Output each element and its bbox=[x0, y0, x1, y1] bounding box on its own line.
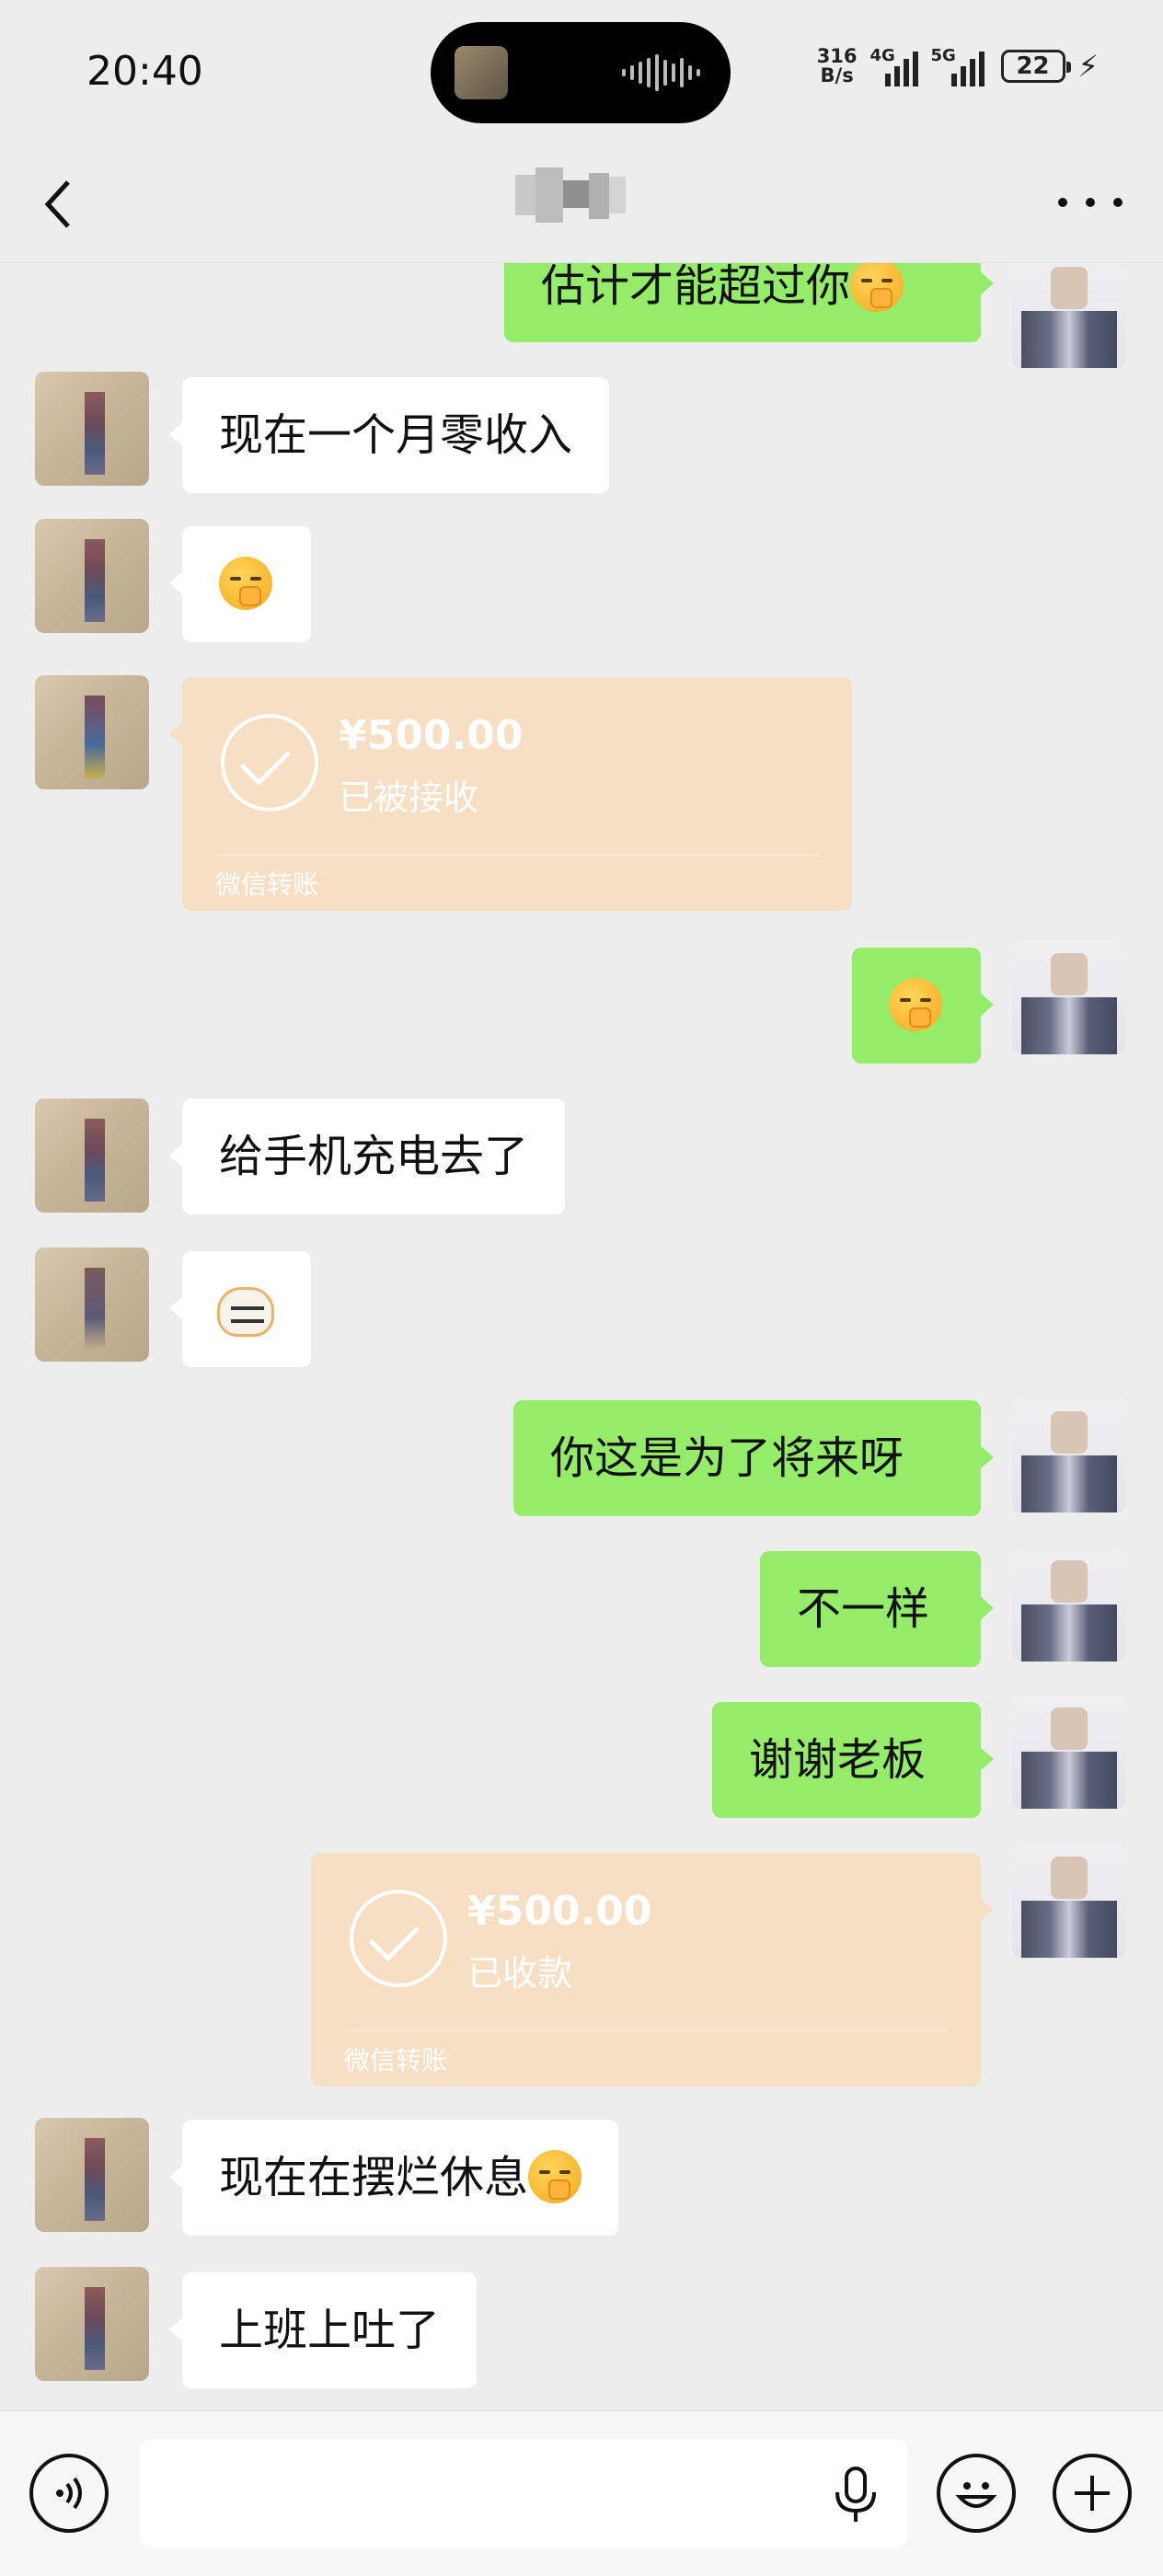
charging-icon: ⚡ bbox=[1077, 49, 1099, 84]
signal-5g-label: 5G bbox=[930, 46, 956, 65]
avatar-self[interactable] bbox=[1012, 1547, 1126, 1662]
battery-icon: 22 bbox=[1000, 50, 1071, 83]
avatar-contact[interactable] bbox=[35, 519, 149, 633]
message-text: 谢谢老板 bbox=[749, 1734, 927, 1786]
message-bubble-sent[interactable]: 谢谢老板 bbox=[712, 1702, 994, 1818]
media-thumbnail bbox=[455, 46, 508, 99]
input-bar bbox=[0, 2410, 1163, 2576]
avatar-contact[interactable] bbox=[35, 1248, 149, 1362]
message-input[interactable] bbox=[140, 2439, 907, 2547]
shush-emoji-icon bbox=[889, 978, 942, 1031]
transfer-status: 已收款 bbox=[467, 1953, 573, 1994]
status-indicators: 316 B/s 4G 5G 22 ⚡ bbox=[817, 46, 1099, 86]
transfer-card[interactable]: ¥500.00 已收款 微信转账 bbox=[311, 1853, 994, 2087]
message-text: 估计才能超过你 bbox=[541, 263, 851, 312]
message-bubble-sent[interactable]: 不一样 bbox=[760, 1551, 994, 1667]
net-speed: 316 B/s bbox=[817, 47, 858, 86]
message-list[interactable]: 估计才能超过你 现在一个月零收入 ¥500.00 已被接收 微信转账 给手机充电… bbox=[0, 263, 1163, 2410]
avatar-contact[interactable] bbox=[35, 2267, 149, 2381]
battery-level: 22 bbox=[1016, 52, 1050, 80]
avatar-self[interactable] bbox=[1012, 1844, 1126, 1958]
message-bubble-received[interactable]: 上班上吐了 bbox=[168, 2272, 478, 2388]
emoji-icon[interactable] bbox=[937, 2454, 1016, 2533]
chat-header bbox=[0, 147, 1163, 263]
chevron-left-icon[interactable] bbox=[40, 167, 114, 241]
transfer-source: 微信转账 bbox=[215, 869, 319, 900]
plus-icon[interactable] bbox=[1053, 2454, 1132, 2533]
avatar-self[interactable] bbox=[1012, 1398, 1126, 1512]
dynamic-island[interactable] bbox=[431, 22, 731, 123]
message-bubble-received[interactable]: 给手机充电去了 bbox=[168, 1098, 566, 1214]
signal-4g-icon: 4G bbox=[870, 46, 918, 86]
status-time: 20:40 bbox=[86, 48, 203, 95]
divider bbox=[215, 854, 819, 856]
signal-5g-icon: 5G bbox=[931, 46, 988, 86]
message-bubble-received[interactable]: 现在在摆烂休息 bbox=[168, 2120, 619, 2236]
net-speed-unit: B/s bbox=[820, 64, 854, 86]
avatar-self[interactable] bbox=[1012, 1695, 1126, 1809]
status-bar: 20:40 316 B/s 4G 5G 22 ⚡ bbox=[0, 0, 1163, 147]
transfer-status: 已被接收 bbox=[339, 777, 479, 818]
shush-emoji-icon bbox=[528, 2150, 582, 2203]
message-text: 现在在摆烂休息 bbox=[219, 2152, 529, 2203]
message-bubble-received[interactable] bbox=[169, 1251, 311, 1367]
message-text: 你这是为了将来呀 bbox=[550, 1432, 904, 1484]
avatar-contact[interactable] bbox=[35, 675, 149, 789]
signal-4g-label: 4G bbox=[869, 46, 895, 65]
net-speed-value: 316 bbox=[816, 45, 858, 67]
contact-name-pixelated bbox=[515, 167, 626, 223]
avatar-self[interactable] bbox=[1012, 263, 1126, 368]
divider bbox=[344, 2030, 948, 2031]
message-text: 不一样 bbox=[797, 1583, 930, 1635]
check-circle-icon bbox=[350, 1890, 447, 1987]
check-circle-icon bbox=[221, 714, 318, 811]
avatar-contact[interactable] bbox=[35, 2118, 149, 2232]
transfer-card[interactable]: ¥500.00 已被接收 微信转账 bbox=[169, 677, 852, 911]
message-text: 给手机充电去了 bbox=[219, 1131, 529, 1182]
message-text: 现在一个月零收入 bbox=[219, 409, 573, 461]
voice-mode-icon[interactable] bbox=[29, 2454, 109, 2533]
avatar-contact[interactable] bbox=[35, 1098, 149, 1213]
shush-emoji-icon bbox=[219, 557, 272, 610]
transfer-amount: ¥500.00 bbox=[467, 1888, 652, 1935]
message-bubble-sent[interactable]: 你这是为了将来呀 bbox=[513, 1400, 994, 1516]
transfer-amount: ¥500.00 bbox=[339, 712, 524, 759]
audio-wave-icon bbox=[622, 54, 700, 91]
message-text: 上班上吐了 bbox=[219, 2305, 441, 2356]
avatar-self[interactable] bbox=[1012, 940, 1126, 1054]
message-bubble-sent[interactable]: 估计才能超过你 bbox=[504, 263, 994, 342]
message-bubble-received[interactable] bbox=[169, 526, 311, 642]
doge-emoji-icon bbox=[217, 1287, 274, 1337]
shush-emoji-icon bbox=[850, 263, 904, 312]
message-bubble-sent[interactable] bbox=[852, 948, 994, 1064]
transfer-source: 微信转账 bbox=[344, 2045, 448, 2076]
more-icon[interactable] bbox=[1058, 184, 1123, 221]
microphone-icon[interactable] bbox=[830, 2467, 881, 2524]
avatar-contact[interactable] bbox=[35, 372, 149, 486]
message-bubble-received[interactable]: 现在一个月零收入 bbox=[168, 377, 610, 493]
